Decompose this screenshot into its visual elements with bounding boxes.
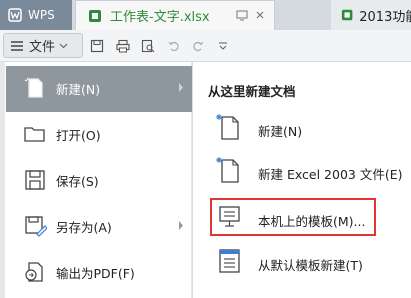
tab-bar: WPS 工作表-文字.xlsx 2013功能 [0,0,411,30]
chevron-down-icon [59,43,68,49]
save-icon[interactable] [90,39,104,53]
menu-item-export-pdf[interactable]: 输出为PDF(F) [6,250,192,294]
undo-icon[interactable] [167,39,181,53]
submenu-item-label: 新建(N) [258,124,303,139]
menu-item-new[interactable]: 新建(N) [6,66,192,112]
menu-item-save[interactable]: 保存(S) [6,158,192,202]
menu-item-label: 保存(S) [56,174,99,189]
new-icon [24,77,43,98]
tab-document-active[interactable]: 工作表-文字.xlsx [75,0,275,30]
quick-toolbar: 文件 [0,30,411,62]
tab-label: 2013功能 [359,9,411,25]
menu-item-save-as[interactable]: 另存为(A) [6,204,192,248]
default-template-icon [219,249,240,273]
chevron-right-icon [179,221,183,230]
submenu-item-label: 新建 Excel 2003 文件(E) [258,167,403,182]
tab-label: 工作表-文字.xlsx [110,10,210,25]
menu-item-label: 另存为(A) [56,220,112,235]
pdf-icon [25,262,43,282]
wps-logo-icon [8,8,22,22]
file-menu-label: 文件 [29,40,56,55]
tab-document-2[interactable]: 2013功能 [331,0,411,30]
monitor-icon[interactable] [236,9,248,21]
file-menu-button[interactable]: 文件 [3,33,83,58]
customize-toolbar-icon[interactable] [216,39,230,53]
highlight-annotation-box [210,198,376,236]
new-doc-icon [216,157,239,183]
tab-actions [236,9,266,21]
close-icon[interactable] [254,9,266,21]
spreadsheet-icon [341,9,353,21]
spreadsheet-icon [89,9,101,22]
submenu-item-label: 从默认模板新建(T) [258,258,363,273]
save-icon [25,170,45,190]
submenu-header: 从这里新建文档 [208,84,296,99]
menu-edge-strip [0,62,5,298]
tab-wps-home[interactable]: WPS [0,0,72,30]
submenu-item-new[interactable]: 新建(N) [216,113,406,153]
hamburger-icon [11,40,23,51]
menu-item-label: 新建(N) [56,82,101,97]
folder-icon [24,127,45,142]
submenu-item-new-excel-2003[interactable]: 新建 Excel 2003 文件(E) [216,156,406,196]
chevron-right-icon [179,83,183,92]
menu-item-label: 输出为PDF(F) [56,266,135,281]
menu-item-label: 打开(O) [56,128,101,143]
redo-icon[interactable] [191,39,205,53]
print-preview-icon[interactable] [141,39,155,53]
save-as-icon [25,216,47,237]
app-name: WPS [28,8,55,22]
menu-item-open[interactable]: 打开(O) [6,112,192,156]
print-icon[interactable] [116,39,130,53]
new-doc-icon [216,114,239,140]
submenu-item-new-from-default-template[interactable]: 从默认模板新建(T) [216,247,406,287]
